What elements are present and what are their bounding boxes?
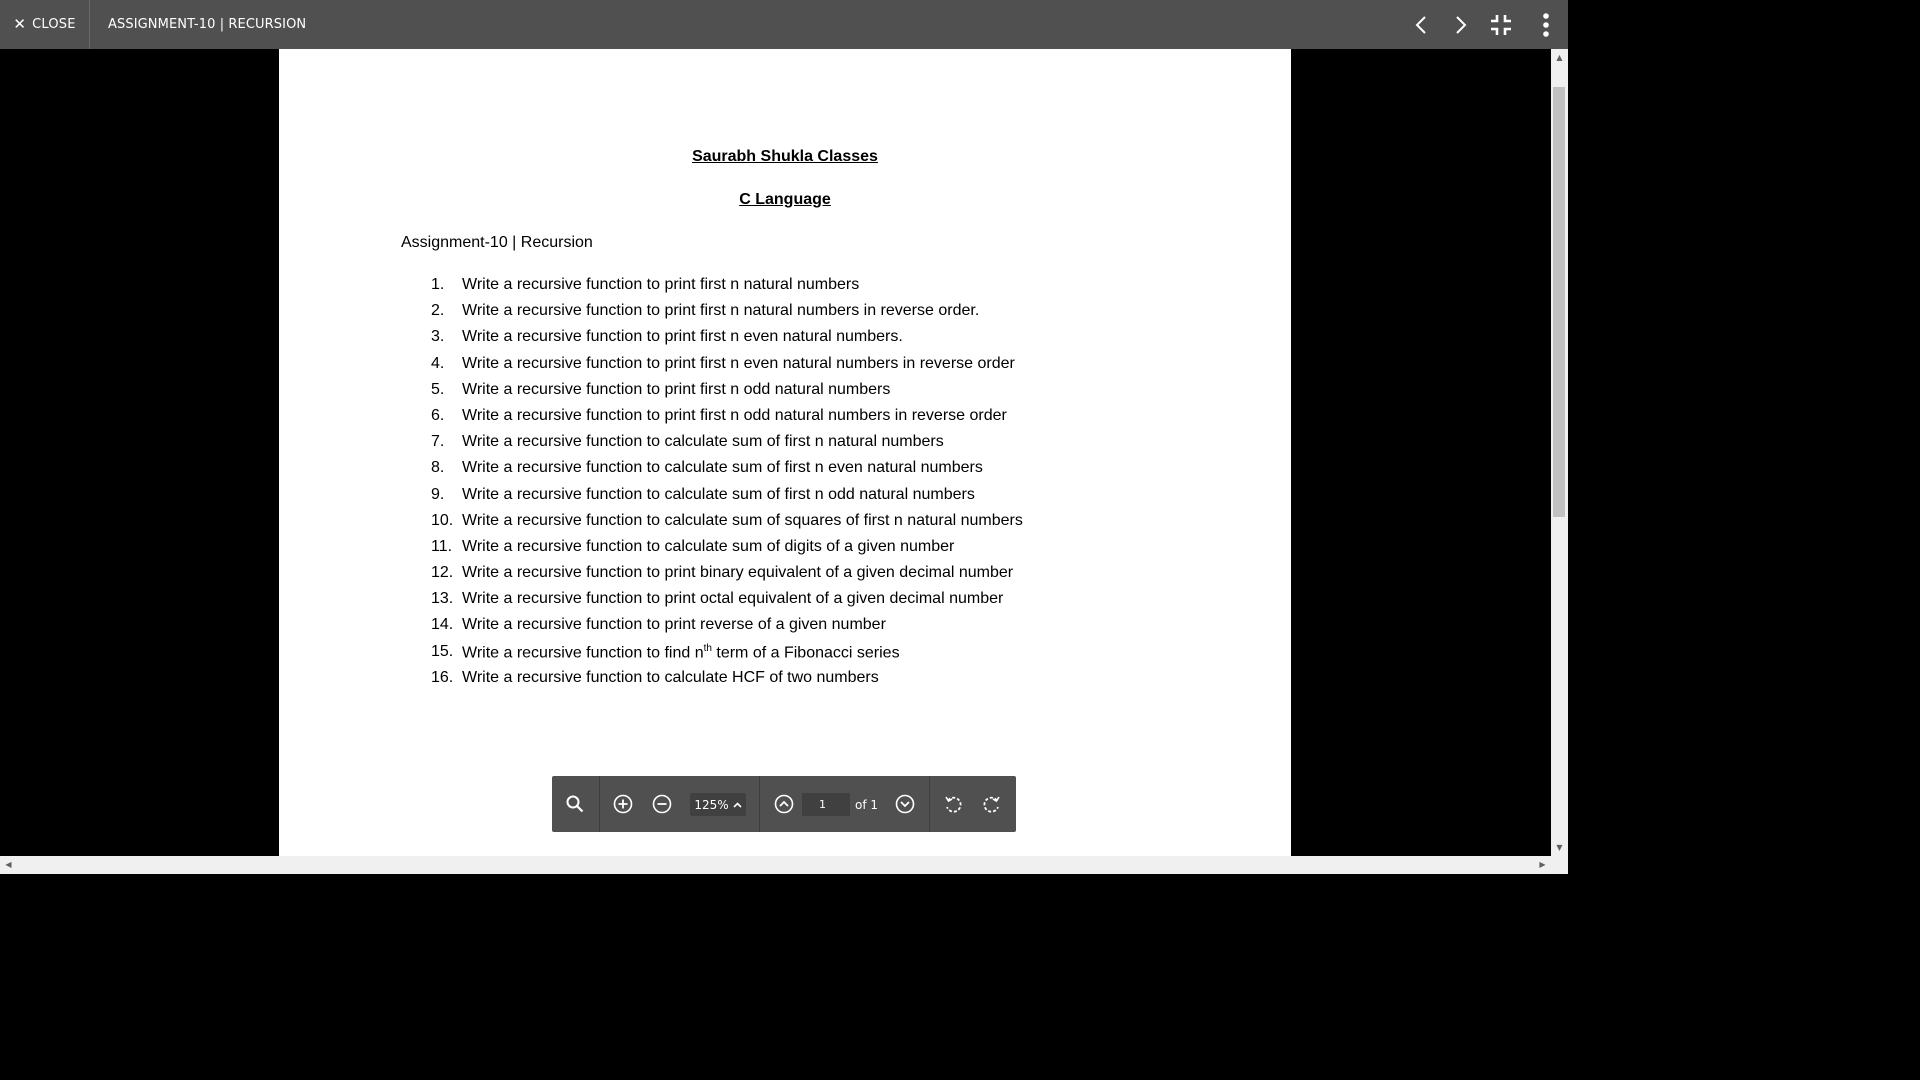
previous-page-button[interactable] (772, 792, 796, 816)
list-item: 7. Write a recursive function to calculat… (431, 433, 944, 451)
scroll-left-arrow-icon[interactable]: ◀ (0, 856, 17, 874)
bottom-edge (0, 874, 1568, 882)
search-button[interactable] (563, 792, 587, 816)
zoom-in-button[interactable] (611, 792, 635, 816)
more-options-button[interactable] (1528, 0, 1564, 49)
list-item: 1. Write a recursive function to print fi… (431, 276, 860, 293)
scroll-right-arrow-icon[interactable]: ▶ (1534, 856, 1551, 874)
toolbar-divider (599, 776, 600, 832)
zoom-select[interactable]: 125% (690, 793, 746, 816)
list-item: 12. Write a recursive function to print b… (431, 564, 1014, 582)
page-number-input[interactable] (802, 793, 850, 816)
chevron-up-icon (733, 801, 742, 808)
question-list: 1. Write a recursive function to print fi… (431, 276, 1023, 695)
rotate-right-icon (983, 796, 1000, 813)
scrollbar-corner (1551, 856, 1568, 874)
toolbar-divider (929, 776, 930, 832)
list-item: 14. Write a recursive function to print r… (431, 616, 886, 634)
list-item: 13. Write a recursive function to print o… (431, 590, 1004, 608)
viewer-header: ✕ CLOSE ASSIGNMENT-10 | RECURSION (0, 0, 1568, 49)
list-item: 4. Write a recursive function to print fi… (431, 354, 1015, 372)
exit-fullscreen-button[interactable] (1483, 0, 1519, 49)
list-item: 6. Write a recursive function to print fi… (431, 406, 1007, 424)
document-title: ASSIGNMENT-10 | RECURSION (108, 17, 307, 32)
chevron-left-icon (1415, 15, 1426, 34)
horizontal-scrollbar[interactable]: ◀ ▶ (0, 856, 1551, 874)
list-item: 15. Write a recursive function to find nt… (431, 642, 900, 661)
assignment-title: Assignment-10 | Recursion (401, 234, 593, 251)
document-heading: Saurabh Shukla Classes (692, 148, 878, 165)
rotate-left-button[interactable] (941, 792, 965, 816)
scroll-up-arrow-icon[interactable]: ▲ (1551, 49, 1568, 66)
chevron-right-icon (1456, 15, 1467, 34)
previous-button[interactable] (1403, 0, 1439, 49)
page-down-icon (895, 794, 915, 814)
vertical-scrollbar[interactable]: ▲ ▼ (1551, 49, 1568, 856)
rotate-left-icon (945, 796, 962, 813)
next-page-button[interactable] (893, 792, 917, 816)
rotate-right-button[interactable] (980, 792, 1004, 816)
document-page: Saurabh Shukla Classes C Language Assign… (279, 49, 1291, 856)
list-item: 9. Write a recursive function to calculat… (431, 485, 975, 503)
zoom-in-icon (613, 794, 633, 814)
next-button[interactable] (1443, 0, 1479, 49)
document-subheading: C Language (739, 191, 831, 208)
zoom-value: 125% (694, 797, 729, 812)
list-item: 16. Write a recursive function to calcula… (431, 668, 879, 686)
scroll-down-arrow-icon[interactable]: ▼ (1551, 839, 1568, 856)
close-button[interactable]: ✕ CLOSE (0, 0, 90, 49)
page-up-icon (774, 794, 794, 814)
more-vert-icon (1543, 12, 1549, 37)
zoom-out-button[interactable] (650, 792, 674, 816)
pdf-toolbar: 125% of 1 (552, 776, 1016, 832)
list-item: 11. Write a recursive function to calcula… (431, 537, 955, 555)
exit-fullscreen-icon (1491, 14, 1511, 35)
close-label: CLOSE (32, 17, 76, 32)
list-item: 8. Write a recursive function to calculat… (431, 459, 983, 477)
superscript: th (703, 642, 712, 654)
list-item: 5. Write a recursive function to print fi… (431, 380, 891, 398)
close-icon: ✕ (13, 15, 27, 33)
toolbar-divider (759, 776, 760, 832)
search-icon (566, 795, 584, 813)
list-item: 2. Write a recursive function to print fi… (431, 302, 980, 320)
list-item: 10. Write a recursive function to calcula… (431, 511, 1023, 529)
list-item: 3. Write a recursive function to print fi… (431, 328, 903, 346)
scrollbar-thumb[interactable] (1553, 87, 1565, 517)
page-count: of 1 (855, 797, 879, 812)
zoom-out-icon (652, 794, 672, 814)
